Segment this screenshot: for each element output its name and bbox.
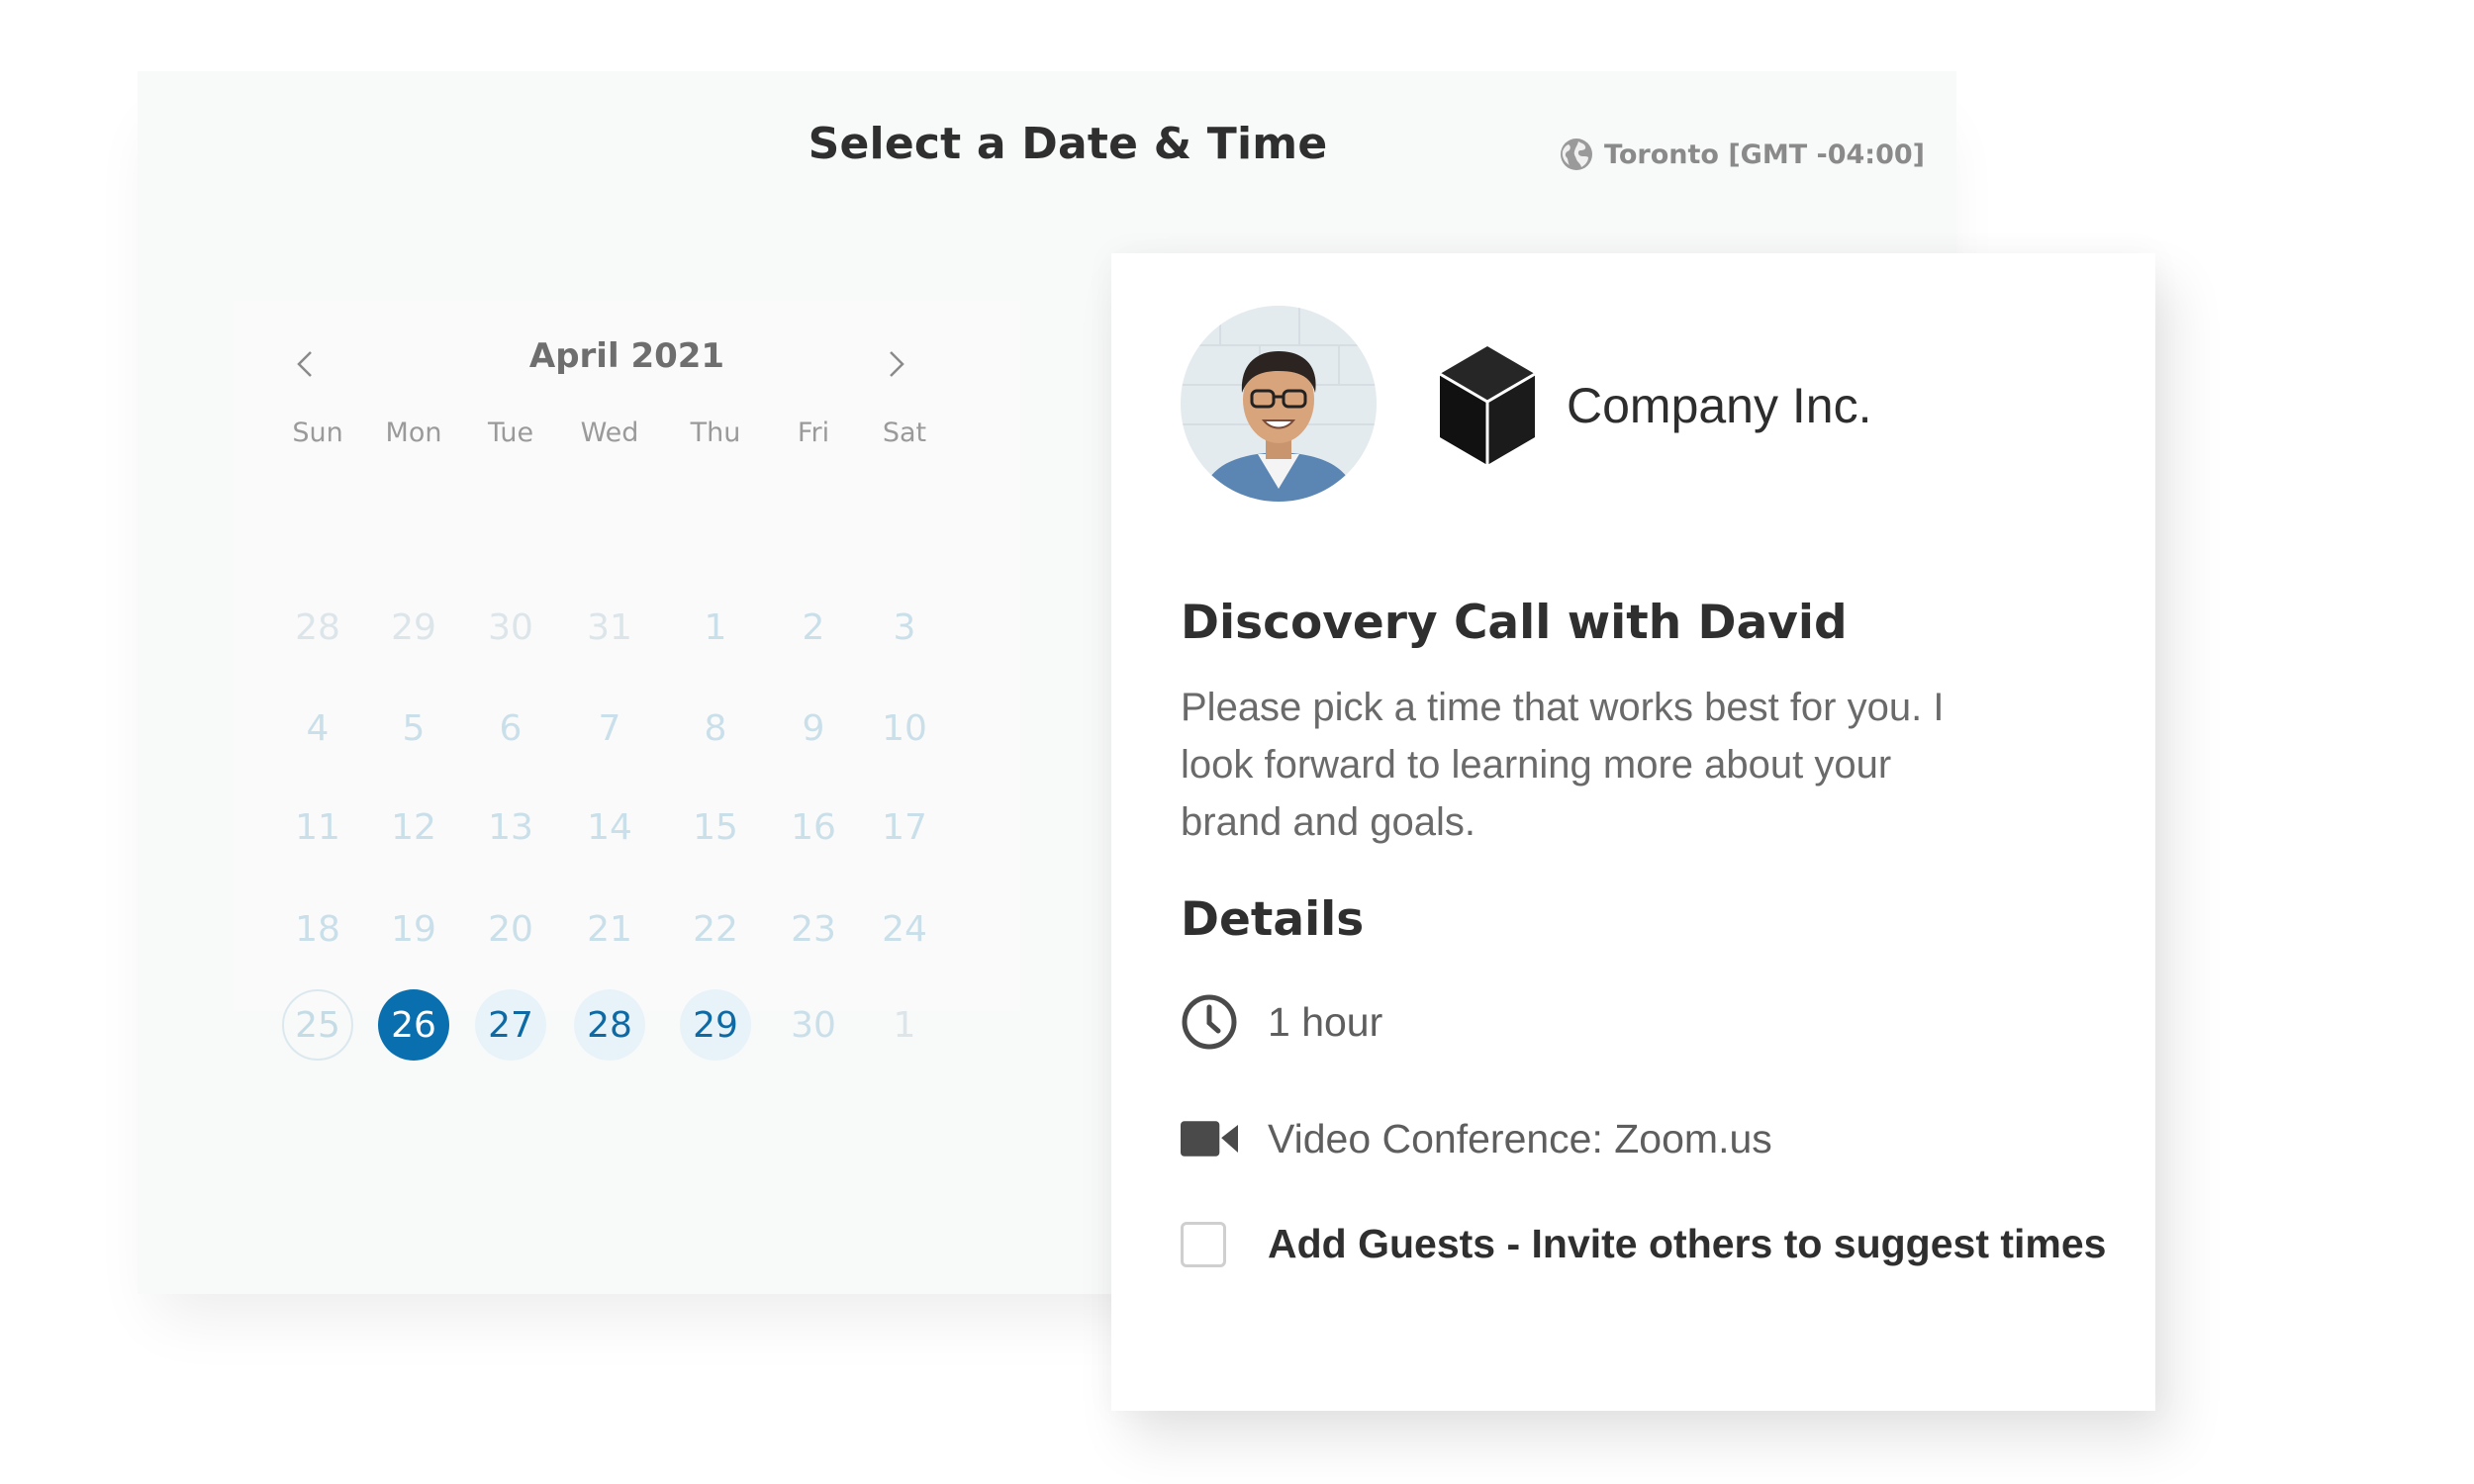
cube-logo-icon	[1438, 344, 1537, 467]
calendar-day: 8	[704, 707, 727, 749]
timezone-selector[interactable]: Toronto [GMT -04:00]	[1559, 137, 1925, 172]
calendar-day: 28	[295, 606, 340, 648]
calendar-day: 23	[791, 908, 836, 950]
duration-text: 1 hour	[1268, 998, 1383, 1045]
calendar-day: 22	[693, 908, 738, 950]
timezone-label: Toronto [GMT -04:00]	[1604, 139, 1925, 170]
company-name: Company Inc.	[1567, 378, 1872, 433]
details-heading: Details	[1181, 892, 1365, 947]
calendar: April 2021 Sun Mon Tue Wed Thu Fri Sat 28 29 30 3…	[234, 301, 1020, 1061]
calendar-day: 4	[306, 707, 330, 749]
calendar-day: 17	[882, 806, 927, 848]
calendar-day: 30	[791, 1004, 836, 1046]
calendar-day: 9	[802, 707, 825, 749]
calendar-day: 6	[499, 707, 523, 749]
calendar-day: 24	[882, 908, 927, 950]
calendar-day: 25	[282, 989, 353, 1061]
location-text: Video Conference: Zoom.us	[1268, 1115, 1772, 1161]
event-title: Discovery Call with David	[1181, 596, 1848, 650]
duration-row: 1 hour	[1181, 993, 1382, 1051]
calendar-day[interactable]: 28	[574, 989, 645, 1061]
day-grid: 28 29 30 31 1 2 3 4 5 6 7 8 9 10 11 12 13 14 15 16 17 18 19 20 2…	[234, 301, 1020, 1061]
calendar-day[interactable]: 29	[680, 989, 751, 1061]
calendar-day: 19	[391, 908, 436, 950]
avatar	[1181, 306, 1377, 502]
add-guests-toggle[interactable]: Add Guests - Invite others to suggest ti…	[1181, 1221, 2106, 1267]
calendar-day: 7	[598, 707, 621, 749]
event-description: Please pick a time that works best for y…	[1181, 686, 1945, 844]
calendar-day[interactable]: 26	[378, 989, 449, 1061]
calendar-day: 21	[587, 908, 632, 950]
add-guests-checkbox[interactable]	[1181, 1221, 1226, 1267]
location-row: Video Conference: Zoom.us	[1181, 1110, 1772, 1167]
calendar-day: 18	[295, 908, 340, 950]
calendar-day: 2	[802, 606, 825, 648]
calendar-day: 3	[893, 606, 916, 648]
clock-icon	[1181, 993, 1238, 1051]
calendar-day: 11	[295, 806, 340, 848]
calendar-day: 10	[882, 707, 927, 749]
calendar-day: 1	[704, 606, 727, 648]
event-card: Company Inc. Discovery Call with David P…	[1111, 253, 2155, 1411]
calendar-day: 29	[391, 606, 436, 648]
calendar-day: 1	[893, 1004, 916, 1046]
globe-icon	[1559, 137, 1594, 172]
calendar-day: 15	[693, 806, 738, 848]
calendar-day: 20	[488, 908, 533, 950]
calendar-day: 16	[791, 806, 836, 848]
calendar-day: 31	[587, 606, 632, 648]
add-guests-label: Add Guests - Invite others to suggest ti…	[1268, 1221, 2107, 1266]
calendar-day: 13	[488, 806, 533, 848]
calendar-day: 12	[391, 806, 436, 848]
calendar-day[interactable]: 27	[475, 989, 546, 1061]
video-camera-icon	[1181, 1110, 1238, 1167]
calendar-day: 14	[587, 806, 632, 848]
calendar-day: 30	[488, 606, 533, 648]
calendar-day: 5	[402, 707, 426, 749]
